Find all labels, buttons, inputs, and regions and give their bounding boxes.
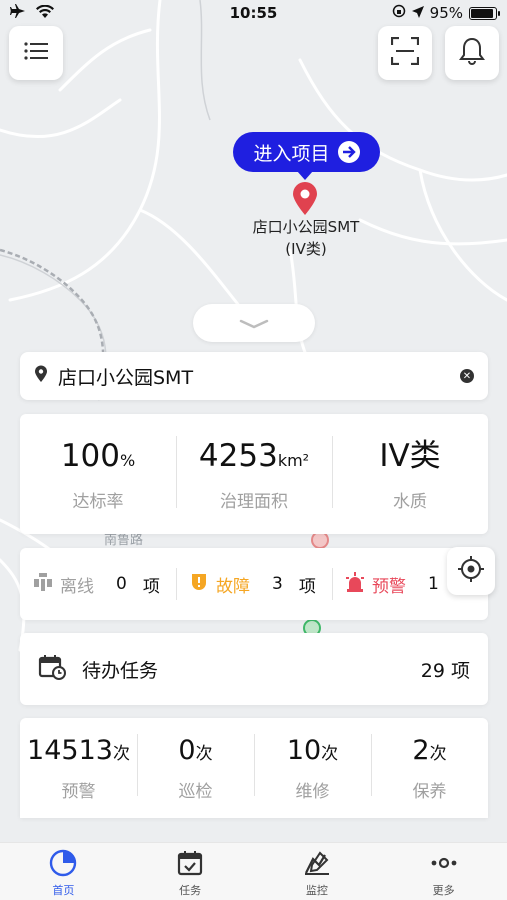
status-label: 故障 bbox=[216, 576, 250, 597]
count-value: 14513 bbox=[27, 735, 113, 766]
tab-more[interactable]: 更多 bbox=[380, 843, 507, 900]
crosshair-locate-icon bbox=[457, 555, 485, 587]
clear-icon[interactable]: ✕ bbox=[460, 369, 474, 383]
status-unit: 项 bbox=[142, 576, 160, 597]
calendar-clock-icon bbox=[38, 654, 66, 684]
status-count: 0 bbox=[116, 574, 127, 594]
stat-label: 达标率 bbox=[72, 492, 124, 512]
status-unit: 项 bbox=[298, 576, 316, 597]
device-status-card: 离线 0 项 故障 3 项 预警 1 bbox=[20, 548, 488, 620]
fault-warning-icon bbox=[188, 571, 210, 598]
activity-counts-card: 14513次 预警 0次 巡检 10次 维修 2次 保养 bbox=[20, 718, 488, 818]
scan-icon bbox=[390, 36, 420, 69]
stat-value: 100 bbox=[60, 438, 120, 474]
count-label: 巡检 bbox=[178, 782, 213, 802]
count-inspections[interactable]: 0次 巡检 bbox=[137, 734, 254, 802]
tab-home[interactable]: 首页 bbox=[0, 843, 127, 900]
locate-me-button[interactable] bbox=[447, 547, 495, 595]
marker-class: (IV类) bbox=[285, 240, 327, 258]
marker-label: 店口小公园SMT (IV类) bbox=[230, 216, 382, 260]
menu-list-icon bbox=[24, 42, 48, 64]
stat-value: 4253 bbox=[198, 438, 278, 474]
status-fault[interactable]: 故障 3 项 bbox=[176, 564, 332, 604]
battery-icon bbox=[469, 6, 500, 20]
count-warnings[interactable]: 14513次 预警 bbox=[20, 734, 137, 802]
rotation-lock-icon bbox=[392, 4, 406, 22]
home-pie-icon bbox=[49, 849, 77, 880]
stat-treatment-area: 4253km² 治理面积 bbox=[176, 436, 332, 512]
stat-unit: km² bbox=[277, 451, 310, 470]
stat-label: 水质 bbox=[393, 492, 427, 512]
calendar-check-icon bbox=[176, 849, 204, 880]
tab-monitor[interactable]: 监控 bbox=[254, 843, 381, 900]
search-value[interactable]: 店口小公园SMT bbox=[58, 363, 450, 390]
count-value: 2 bbox=[412, 735, 430, 766]
status-bar: 10:55 95% bbox=[0, 0, 507, 28]
enter-project-label: 进入项目 bbox=[253, 142, 330, 165]
stat-water-quality: IV类 水质 bbox=[332, 436, 488, 512]
more-dots-icon bbox=[430, 849, 458, 880]
project-stats-card: 100% 达标率 4253km² 治理面积 IV类 水质 bbox=[20, 414, 488, 534]
project-search-field[interactable]: 店口小公园SMT ✕ bbox=[20, 352, 488, 400]
notification-button[interactable] bbox=[445, 26, 499, 80]
bottom-tab-bar: 首页 任务 监控 更多 bbox=[0, 842, 507, 900]
stat-unit: % bbox=[119, 451, 136, 470]
todo-tasks-row[interactable]: 待办任务 29 项 bbox=[20, 633, 488, 705]
tab-label: 任务 bbox=[179, 884, 202, 897]
count-label: 维修 bbox=[295, 782, 330, 802]
count-maintenance[interactable]: 2次 保养 bbox=[371, 734, 488, 802]
status-count: 3 bbox=[272, 574, 283, 594]
count-unit: 次 bbox=[429, 744, 447, 764]
battery-percent: 95% bbox=[429, 4, 463, 22]
status-offline[interactable]: 离线 0 项 bbox=[20, 564, 176, 604]
count-value: 10 bbox=[286, 735, 322, 766]
enter-project-button[interactable]: 进入项目 bbox=[233, 132, 380, 180]
tasks-count: 29 项 bbox=[420, 659, 470, 682]
menu-button[interactable] bbox=[9, 26, 63, 80]
chevron-down-icon bbox=[239, 314, 269, 333]
stat-value: IV类 bbox=[379, 438, 441, 474]
count-label: 预警 bbox=[61, 782, 96, 802]
marker-name: 店口小公园SMT bbox=[252, 218, 360, 236]
scan-button[interactable] bbox=[378, 26, 432, 80]
collapse-panel-button[interactable] bbox=[193, 304, 315, 342]
map-pin-icon[interactable] bbox=[292, 182, 318, 220]
location-arrow-icon bbox=[411, 4, 424, 22]
status-count: 1 bbox=[428, 574, 439, 594]
tab-label: 首页 bbox=[52, 884, 75, 897]
monitor-edit-icon bbox=[303, 849, 331, 880]
stat-compliance-rate: 100% 达标率 bbox=[20, 436, 176, 512]
alarm-siren-icon bbox=[344, 571, 366, 598]
tab-tasks[interactable]: 任务 bbox=[127, 843, 254, 900]
offline-device-icon bbox=[32, 571, 54, 598]
count-repairs[interactable]: 10次 维修 bbox=[254, 734, 371, 802]
count-label: 保养 bbox=[412, 782, 447, 802]
arrow-right-circle-icon bbox=[337, 141, 360, 163]
count-value: 0 bbox=[178, 735, 196, 766]
tab-label: 监控 bbox=[305, 884, 328, 897]
bell-icon bbox=[459, 37, 485, 69]
tab-label: 更多 bbox=[432, 884, 455, 897]
count-unit: 次 bbox=[321, 744, 339, 764]
location-pin-icon bbox=[34, 365, 48, 387]
stat-label: 治理面积 bbox=[220, 492, 288, 512]
count-unit: 次 bbox=[195, 744, 213, 764]
tasks-title: 待办任务 bbox=[82, 659, 159, 682]
status-label: 预警 bbox=[372, 576, 406, 597]
status-label: 离线 bbox=[60, 576, 94, 597]
count-unit: 次 bbox=[112, 744, 130, 764]
